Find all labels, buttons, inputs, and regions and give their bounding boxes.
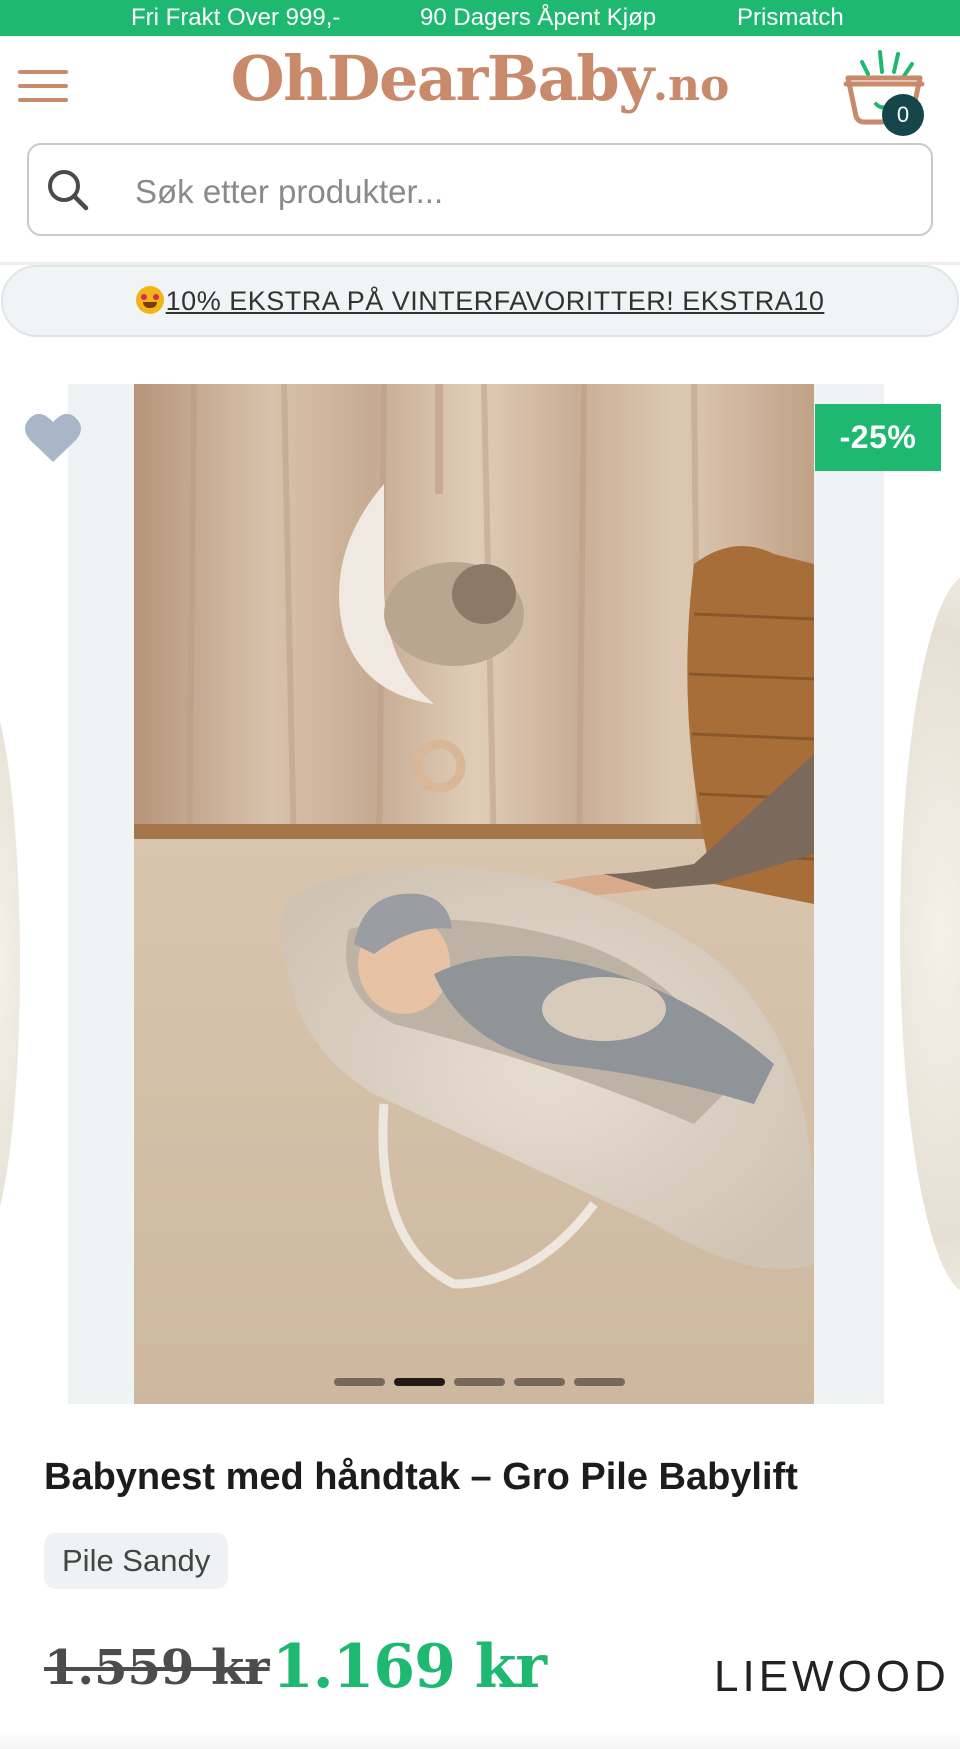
- product-photo: [134, 384, 814, 1404]
- promo-banner[interactable]: 10% EKSTRA PÅ VINTERFAVORITTER! EKSTRA10: [1, 265, 959, 337]
- carousel-dot[interactable]: [574, 1378, 625, 1386]
- search-input[interactable]: Søk etter produkter...: [135, 173, 911, 211]
- next-slide-peek[interactable]: [900, 574, 960, 1294]
- product-title: Babynest med håndtak – Gro Pile Babylift: [44, 1456, 798, 1498]
- carousel-dot[interactable]: [454, 1378, 505, 1386]
- promo-text[interactable]: 10% EKSTRA PÅ VINTERFAVORITTER! EKSTRA10: [166, 286, 825, 316]
- usp-open-purchase: 90 Dagers Åpent Kjøp: [420, 4, 657, 31]
- site-logo[interactable]: OhDearBaby.no: [0, 42, 960, 115]
- previous-slide-peek[interactable]: [0, 684, 20, 1244]
- search-icon: [48, 170, 89, 211]
- old-price: 1.559 kr: [44, 1640, 270, 1696]
- carousel-dot[interactable]: [514, 1378, 565, 1386]
- logo-main-text: OhDearBaby: [230, 42, 655, 115]
- carousel-dot[interactable]: [334, 1378, 385, 1386]
- usp-bar: Fri Frakt Over 999,- 90 Dagers Åpent Kjø…: [0, 0, 960, 36]
- heart-icon[interactable]: [24, 410, 82, 464]
- brand-logo[interactable]: LIEWOOD: [714, 1652, 950, 1702]
- usp-free-shipping: Fri Frakt Over 999,-: [131, 4, 341, 31]
- current-price: 1.169 kr: [272, 1632, 547, 1702]
- search-bar[interactable]: Søk etter produkter...: [27, 143, 933, 236]
- cart-count-badge: 0: [882, 94, 924, 136]
- usp-price-match: Prismatch: [737, 4, 844, 31]
- carousel-pagination: [334, 1378, 625, 1386]
- bottom-fade: [0, 1730, 960, 1749]
- discount-badge: -25%: [815, 404, 941, 471]
- star-struck-emoji-icon: [135, 286, 164, 314]
- site-header: OhDearBaby.no 0: [0, 36, 960, 142]
- logo-suffix: .no: [652, 60, 730, 111]
- variant-chip[interactable]: Pile Sandy: [44, 1533, 229, 1589]
- product-image-carousel[interactable]: -25%: [0, 384, 960, 1404]
- carousel-dot-active[interactable]: [394, 1378, 445, 1386]
